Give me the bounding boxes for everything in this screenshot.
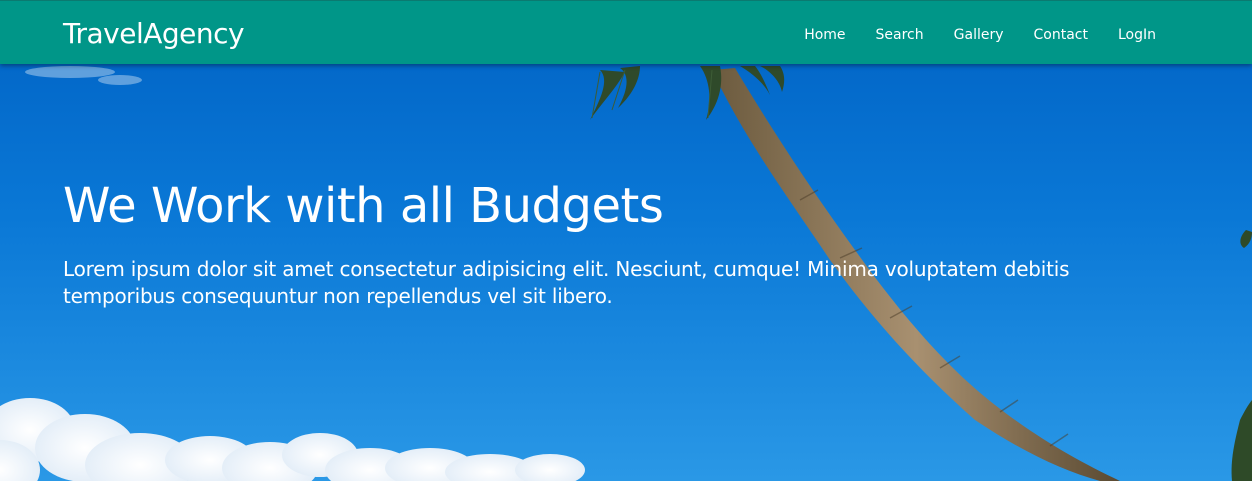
page: TravelAgency Home Search Gallery Contact… [0,0,1252,481]
hero-title: We Work with all Budgets [63,178,664,234]
nav-item-search: Search [876,24,924,43]
nav-item-contact: Contact [1034,24,1088,43]
nav-link-home[interactable]: Home [804,27,845,43]
brand-logo-link[interactable]: TravelAgency [63,17,245,51]
nav-link-gallery[interactable]: Gallery [954,27,1004,43]
nav-link-contact[interactable]: Contact [1034,27,1088,43]
nav-item-login: LogIn [1118,24,1156,43]
hero-section: We Work with all Budgets Lorem ipsum dol… [63,176,1153,310]
nav-link-search[interactable]: Search [876,27,924,43]
hero-description: Lorem ipsum dolor sit amet consectetur a… [63,257,1070,308]
nav-links: Home Search Gallery Contact LogIn [774,1,1156,65]
navbar: TravelAgency Home Search Gallery Contact… [0,0,1252,64]
nav-item-gallery: Gallery [954,24,1004,43]
nav-link-login[interactable]: LogIn [1118,27,1156,43]
nav-item-home: Home [804,24,845,43]
